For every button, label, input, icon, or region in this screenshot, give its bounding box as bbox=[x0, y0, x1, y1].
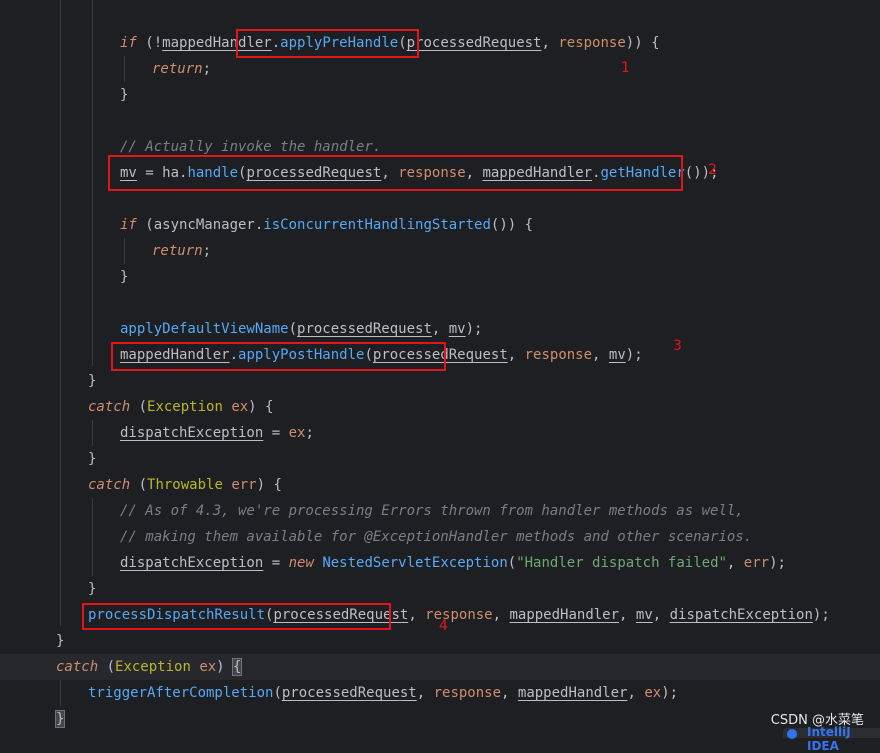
code-line[interactable]: return; bbox=[0, 238, 880, 264]
code-line[interactable]: } bbox=[0, 576, 880, 602]
annotation-box-1 bbox=[236, 29, 419, 58]
variable[interactable]: mappedHandler bbox=[509, 607, 619, 623]
parameter[interactable]: ex bbox=[289, 425, 306, 441]
popup-title: IntelliJ IDEA bbox=[807, 725, 851, 753]
class-name[interactable]: Exception bbox=[147, 399, 223, 415]
method-call[interactable]: isConcurrentHandlingStarted bbox=[263, 217, 491, 233]
code-line[interactable]: } bbox=[0, 82, 880, 108]
parameter[interactable]: err bbox=[744, 555, 769, 571]
parameter[interactable]: err bbox=[231, 477, 256, 493]
matched-brace: { bbox=[231, 658, 243, 676]
code-line[interactable]: } bbox=[0, 706, 880, 732]
code-line-current[interactable]: catch (Exception ex) { bbox=[0, 654, 880, 680]
method-call[interactable]: applyDefaultViewName bbox=[120, 321, 289, 337]
keyword: if bbox=[120, 217, 137, 233]
parameter[interactable]: response bbox=[525, 347, 592, 363]
code-line[interactable]: // making them available for @ExceptionH… bbox=[0, 524, 880, 550]
code-line[interactable]: dispatchException = new NestedServletExc… bbox=[0, 550, 880, 576]
code-line[interactable]: } bbox=[0, 264, 880, 290]
variable[interactable]: mv bbox=[449, 321, 466, 337]
parameter[interactable]: response bbox=[425, 607, 492, 623]
string-literal: "Handler dispatch failed" bbox=[516, 555, 727, 571]
keyword: if bbox=[120, 35, 137, 51]
keyword: catch bbox=[88, 399, 131, 415]
code-line[interactable]: if (!mappedHandler.applyPreHandle(proces… bbox=[0, 30, 880, 56]
variable[interactable]: processedRequest bbox=[407, 35, 542, 51]
code-line[interactable]: applyDefaultViewName(processedRequest, m… bbox=[0, 316, 880, 342]
notification-popup[interactable]: IntelliJ IDEA bbox=[783, 725, 880, 753]
variable[interactable]: processedRequest bbox=[297, 321, 432, 337]
keyword: return bbox=[152, 61, 203, 77]
class-name[interactable]: Exception bbox=[115, 659, 191, 675]
keyword: catch bbox=[56, 659, 99, 675]
variable[interactable]: processedRequest bbox=[282, 685, 417, 701]
parameter[interactable]: ex bbox=[231, 399, 248, 415]
variable[interactable]: asyncManager bbox=[154, 217, 255, 233]
code-line[interactable]: } bbox=[0, 446, 880, 472]
annotation-box-2 bbox=[108, 155, 683, 191]
code-line[interactable]: catch (Exception ex) { bbox=[0, 394, 880, 420]
class-name[interactable]: NestedServletException bbox=[322, 555, 507, 571]
parameter[interactable]: ex bbox=[644, 685, 661, 701]
annotation-number-4: 4 bbox=[439, 618, 448, 634]
annotation-number-2: 2 bbox=[708, 162, 717, 178]
annotation-number-3: 3 bbox=[673, 338, 682, 354]
code-line[interactable]: } bbox=[0, 368, 880, 394]
method-call[interactable]: triggerAfterCompletion bbox=[88, 685, 273, 701]
parameter[interactable]: response bbox=[558, 35, 625, 51]
parameter[interactable]: response bbox=[434, 685, 501, 701]
comment: // Actually invoke the handler. bbox=[120, 139, 382, 155]
info-icon bbox=[787, 729, 797, 739]
parameter[interactable]: ex bbox=[199, 659, 216, 675]
code-line[interactable]: return; bbox=[0, 56, 880, 82]
code-line[interactable]: dispatchException = ex; bbox=[0, 420, 880, 446]
matched-brace: } bbox=[54, 710, 66, 728]
annotation-number-1: 1 bbox=[621, 60, 630, 76]
keyword: new bbox=[288, 555, 314, 571]
annotation-box-4 bbox=[82, 603, 391, 630]
variable[interactable]: mv bbox=[609, 347, 626, 363]
code-line[interactable]: triggerAfterCompletion(processedRequest,… bbox=[0, 680, 880, 706]
code-line[interactable]: // As of 4.3, we're processing Errors th… bbox=[0, 498, 880, 524]
annotation-box-3 bbox=[111, 342, 446, 371]
class-name[interactable]: Throwable bbox=[147, 477, 223, 493]
code-line[interactable]: if (asyncManager.isConcurrentHandlingSta… bbox=[0, 212, 880, 238]
variable[interactable]: dispatchException bbox=[120, 425, 263, 441]
comment: // making them available for @ExceptionH… bbox=[120, 529, 753, 545]
keyword: catch bbox=[88, 477, 131, 493]
keyword: return bbox=[152, 243, 203, 259]
variable[interactable]: mv bbox=[636, 607, 653, 623]
variable[interactable]: dispatchException bbox=[120, 555, 263, 571]
code-line[interactable]: catch (Throwable err) { bbox=[0, 472, 880, 498]
comment: // As of 4.3, we're processing Errors th… bbox=[120, 503, 744, 519]
variable[interactable]: dispatchException bbox=[670, 607, 813, 623]
variable[interactable]: mappedHandler bbox=[518, 685, 628, 701]
code-editor[interactable]: if (!mappedHandler.applyPreHandle(proces… bbox=[0, 0, 880, 753]
